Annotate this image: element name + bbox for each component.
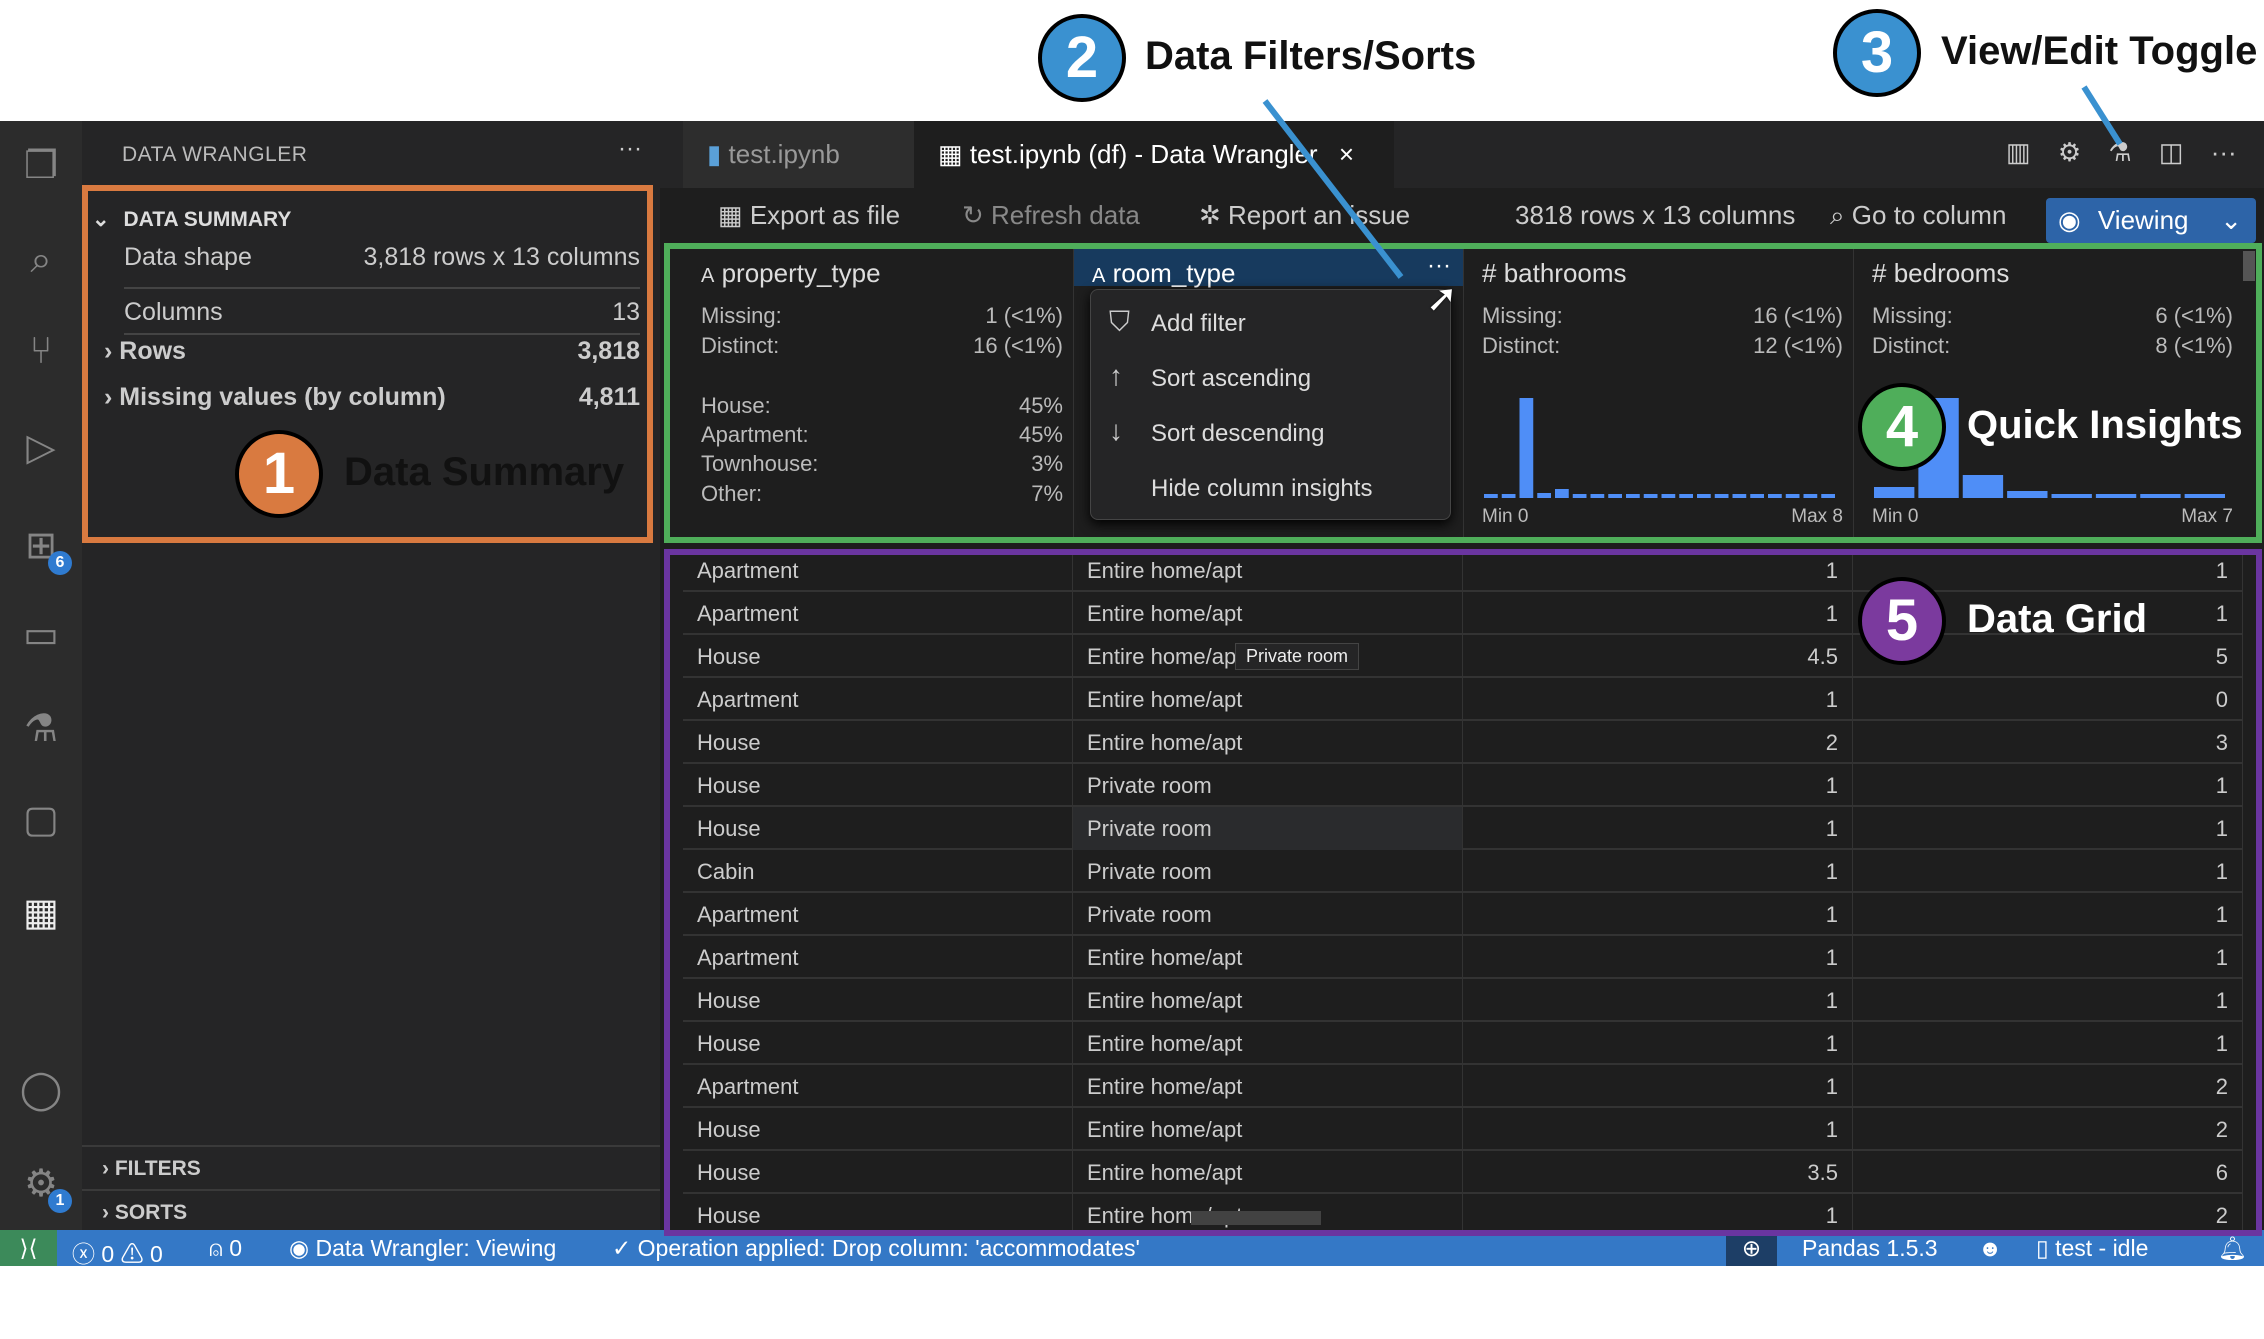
- annotation-badge: 2: [1038, 14, 1126, 102]
- annotation-badge: 1: [235, 430, 323, 518]
- annotation-label: Data Summary: [344, 450, 625, 494]
- annotation-label: Quick Insights: [1967, 403, 2243, 447]
- annotation-badge: 3: [1833, 9, 1921, 97]
- annotation-badge: 4: [1858, 383, 1946, 471]
- annotation-label: View/Edit Toggle: [1941, 29, 2258, 73]
- annotation-label: Data Filters/Sorts: [1145, 34, 1477, 78]
- annotation-label: Data Grid: [1967, 597, 2148, 641]
- annotation-badge: 5: [1858, 577, 1946, 665]
- annotation-pointer-filters: [1262, 99, 1404, 279]
- annotation-pointer-toggle: [2081, 85, 2123, 146]
